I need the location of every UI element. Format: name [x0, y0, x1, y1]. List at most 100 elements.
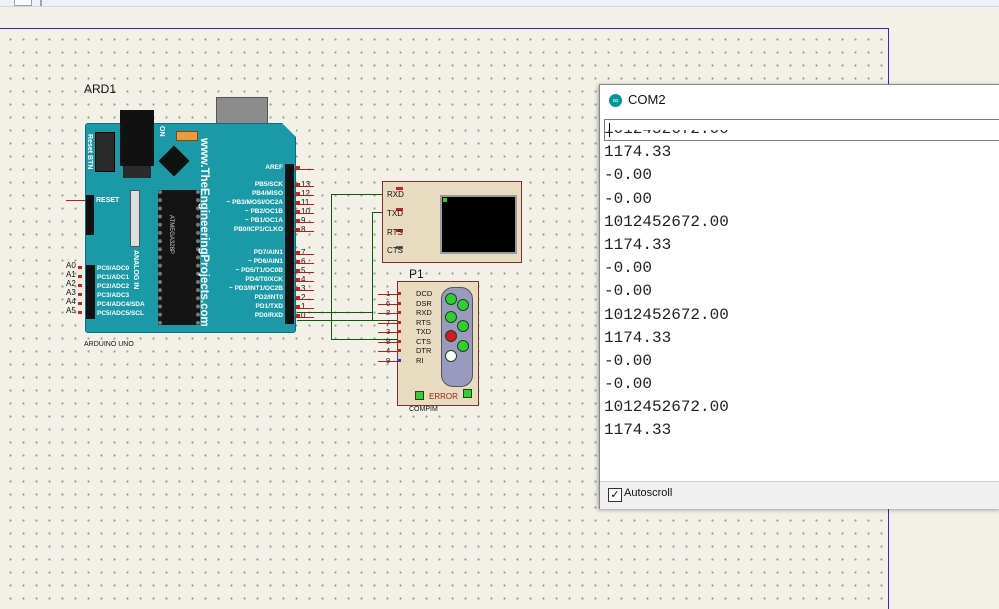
compim-error: ERROR [429, 392, 458, 401]
title-bar[interactable]: ∞ COM2 [600, 85, 999, 115]
compim-pin-marker [397, 330, 401, 333]
compim-pin-wire[interactable] [378, 313, 397, 314]
digital-pin-wire[interactable] [294, 195, 314, 196]
crystal [130, 190, 140, 247]
serial-output[interactable]: 1012452672.00 1174.33 -0.00 -0.00 1012452672… [604, 130, 999, 468]
serial-line: 1012452672.00 [604, 398, 729, 417]
status-led-icon [445, 330, 457, 342]
reset-btn-label: Reset BTN [86, 134, 93, 170]
autoscroll-checkbox[interactable]: ✓ [608, 488, 622, 502]
analog-pin-marker[interactable] [78, 266, 82, 269]
compim-pin-wire[interactable] [378, 294, 397, 295]
window-top-strip [0, 0, 999, 7]
digital-pin-wire[interactable] [294, 299, 314, 300]
digital-pin-number: 12 [301, 189, 310, 198]
digital-pin-number: 4 [301, 275, 306, 284]
digital-pin-number: 6 [301, 257, 306, 266]
compim-pin-wire[interactable] [378, 303, 397, 305]
wire-tx[interactable] [297, 312, 373, 313]
digital-pin-wire[interactable] [294, 254, 314, 255]
digital-pin-marker [296, 183, 300, 186]
window-title: COM2 [628, 92, 666, 107]
digital-pin-wire[interactable] [294, 281, 314, 282]
digital-pin-label: PD1/TXD [255, 303, 283, 310]
serial-line: 1012452672.00 [604, 130, 999, 141]
digital-pin-wire[interactable] [294, 222, 314, 223]
analog-pin-name: A0 [66, 261, 76, 270]
digital-pin-label: PB5/SCK [254, 181, 283, 188]
digital-pin-label: PB4/MISO [251, 190, 283, 197]
analog-pin-marker[interactable] [78, 293, 82, 296]
digital-pin-wire[interactable] [294, 231, 314, 232]
digital-pin-wire[interactable] [294, 308, 314, 309]
on-led-icon [176, 131, 198, 141]
digital-pin-number: 3 [301, 284, 306, 293]
wire-v1[interactable] [331, 194, 332, 312]
digital-pin-wire[interactable] [294, 169, 314, 170]
analog-pin-marker[interactable] [78, 311, 82, 314]
serial-line: 1012452672.00 [604, 305, 729, 324]
compim-pin-wire[interactable] [378, 351, 397, 352]
reset-button[interactable] [95, 132, 115, 172]
analog-pin-label: PC1/ADC1 [97, 274, 130, 281]
serial-monitor-window[interactable]: ∞ COM2 1012452672.001174.33-0.00-0.00101… [599, 84, 999, 509]
analog-pin-label: PC5/ADC5/SCL [97, 310, 144, 317]
digital-pin-wire[interactable] [294, 186, 314, 187]
serial-line: -0.00 [604, 375, 653, 394]
status-led-icon [445, 350, 457, 362]
digital-pin-marker [296, 305, 300, 308]
digital-pin-number: 2 [301, 293, 306, 302]
wire-compim-rxd[interactable] [372, 320, 397, 321]
digital-pin-wire[interactable] [294, 263, 314, 264]
digital-pin-wire[interactable] [294, 317, 314, 318]
analog-pin-name: A2 [66, 279, 76, 288]
reset-pin[interactable] [66, 200, 86, 201]
compim-pin-wire[interactable] [378, 341, 397, 343]
digital-pin-marker [296, 278, 300, 281]
compim-pin-wire[interactable] [378, 360, 397, 362]
digital-pin-label: PD7/AIN1 [253, 249, 283, 256]
compim-pin-label: TXD [416, 327, 431, 336]
serial-line: -0.00 [604, 282, 653, 301]
compim-pin-marker [397, 320, 401, 324]
digital-pin-marker [296, 251, 300, 254]
analog-pin-marker[interactable] [78, 275, 82, 278]
digital-pin-wire[interactable] [294, 213, 314, 214]
status-led-icon [445, 293, 457, 305]
digital-pin-wire[interactable] [294, 204, 314, 205]
wire-v3[interactable] [331, 312, 332, 340]
digital-pin-label: ~ PB3/MOSI/OC2A [226, 199, 283, 206]
digital-pin-marker [296, 210, 300, 213]
digital-pin-label: PB0/ICP1/CLKO [233, 226, 283, 233]
reset-label: RESET [96, 197, 120, 204]
analog-pin-name: A3 [66, 288, 76, 297]
mcu-chip [158, 190, 200, 325]
serial-line: -0.00 [604, 259, 653, 278]
analog-pin-marker[interactable] [78, 302, 82, 305]
digital-pin-marker [296, 228, 300, 231]
digital-pin-marker [296, 201, 300, 204]
digital-pin-marker [296, 192, 300, 195]
analog-pin-name: A4 [66, 297, 76, 306]
digital-pin-number: 9 [301, 216, 306, 225]
analog-pin-label: PC3/ADC3 [97, 292, 130, 299]
compim-pin-wire[interactable] [378, 332, 397, 333]
digital-pin-wire[interactable] [294, 290, 314, 291]
serial-line: 1012452672.00 [604, 212, 729, 231]
wire-v2[interactable] [372, 212, 373, 320]
tab-fragment[interactable] [14, 0, 32, 6]
status-led-icon [457, 320, 469, 332]
serial-line: 1174.33 [604, 235, 672, 254]
arduino-name: ARDUINO UNO [84, 341, 134, 348]
term-pin-rxd: RXD [387, 190, 404, 199]
digital-pin-marker [296, 296, 300, 299]
wire-rxd[interactable] [331, 194, 383, 195]
analog-pin-marker[interactable] [78, 284, 82, 287]
serial-line: 1174.33 [604, 421, 672, 440]
status-led-icon [457, 340, 469, 352]
digital-header [285, 164, 294, 324]
divider [40, 0, 42, 6]
compim-pin-wire[interactable] [378, 322, 397, 324]
digital-pin-label: ~ PB2/OC1B [244, 208, 283, 215]
digital-pin-wire[interactable] [294, 272, 314, 273]
